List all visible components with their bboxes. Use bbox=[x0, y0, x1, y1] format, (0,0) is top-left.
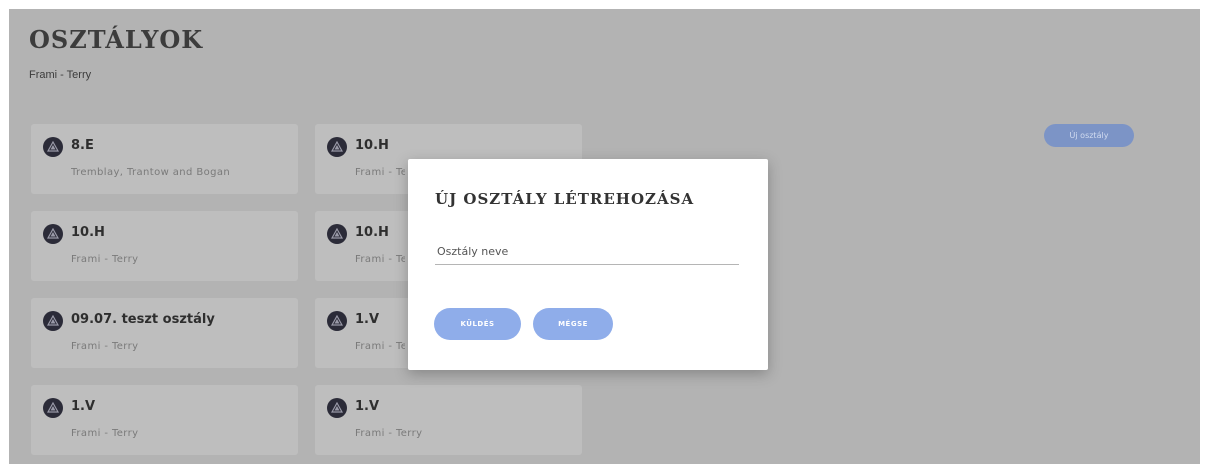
class-name-input[interactable] bbox=[435, 239, 739, 265]
class-card-title: 10.H bbox=[355, 225, 389, 240]
class-card-subtitle: Frami - Terry bbox=[71, 341, 139, 352]
class-card-title: 1.V bbox=[71, 399, 96, 414]
new-class-button[interactable]: Új osztály bbox=[1044, 124, 1134, 147]
avatar-icon bbox=[327, 137, 347, 157]
class-card[interactable]: 10.H Frami - Terry bbox=[31, 211, 298, 281]
class-card-title: 1.V bbox=[355, 312, 380, 327]
avatar-icon bbox=[327, 224, 347, 244]
avatar-icon bbox=[43, 224, 63, 244]
avatar-icon bbox=[327, 398, 347, 418]
class-card-title: 10.H bbox=[71, 225, 105, 240]
class-card-subtitle: Frami - Terry bbox=[355, 167, 405, 178]
class-card[interactable]: 8.E Tremblay, Trantow and Bogan bbox=[31, 124, 298, 194]
class-card-subtitle: Frami - Terry bbox=[355, 341, 405, 352]
avatar-icon bbox=[43, 137, 63, 157]
page-subtitle: Frami - Terry bbox=[29, 69, 92, 81]
class-card-title: 1.V bbox=[355, 399, 380, 414]
class-card-title: 8.E bbox=[71, 138, 94, 153]
class-card-subtitle: Frami - Terry bbox=[355, 254, 405, 265]
avatar-icon bbox=[43, 398, 63, 418]
class-card-title: 10.H bbox=[355, 138, 389, 153]
class-card-subtitle: Frami - Terry bbox=[355, 428, 423, 439]
class-card[interactable]: 1.V Frami - Terry bbox=[315, 385, 582, 455]
avatar-icon bbox=[43, 311, 63, 331]
class-card-subtitle: Frami - Terry bbox=[71, 254, 139, 265]
new-class-dialog: ÚJ OSZTÁLY LÉTREHOZÁSA KÜLDÉS MÉGSE bbox=[408, 159, 768, 370]
class-card[interactable]: 09.07. teszt osztály Frami - Terry bbox=[31, 298, 298, 368]
class-card-subtitle: Tremblay, Trantow and Bogan bbox=[71, 167, 231, 178]
class-card-title: 09.07. teszt osztály bbox=[71, 312, 215, 327]
avatar-icon bbox=[327, 311, 347, 331]
dialog-title: ÚJ OSZTÁLY LÉTREHOZÁSA bbox=[435, 190, 695, 208]
page-overlay: OSZTÁLYOK Frami - Terry Új osztály 8.E T… bbox=[9, 9, 1200, 464]
class-card[interactable]: 1.V Frami - Terry bbox=[31, 385, 298, 455]
send-button[interactable]: KÜLDÉS bbox=[434, 308, 521, 340]
class-card-subtitle: Frami - Terry bbox=[71, 428, 139, 439]
page-title: OSZTÁLYOK bbox=[29, 25, 204, 54]
cancel-button[interactable]: MÉGSE bbox=[533, 308, 613, 340]
